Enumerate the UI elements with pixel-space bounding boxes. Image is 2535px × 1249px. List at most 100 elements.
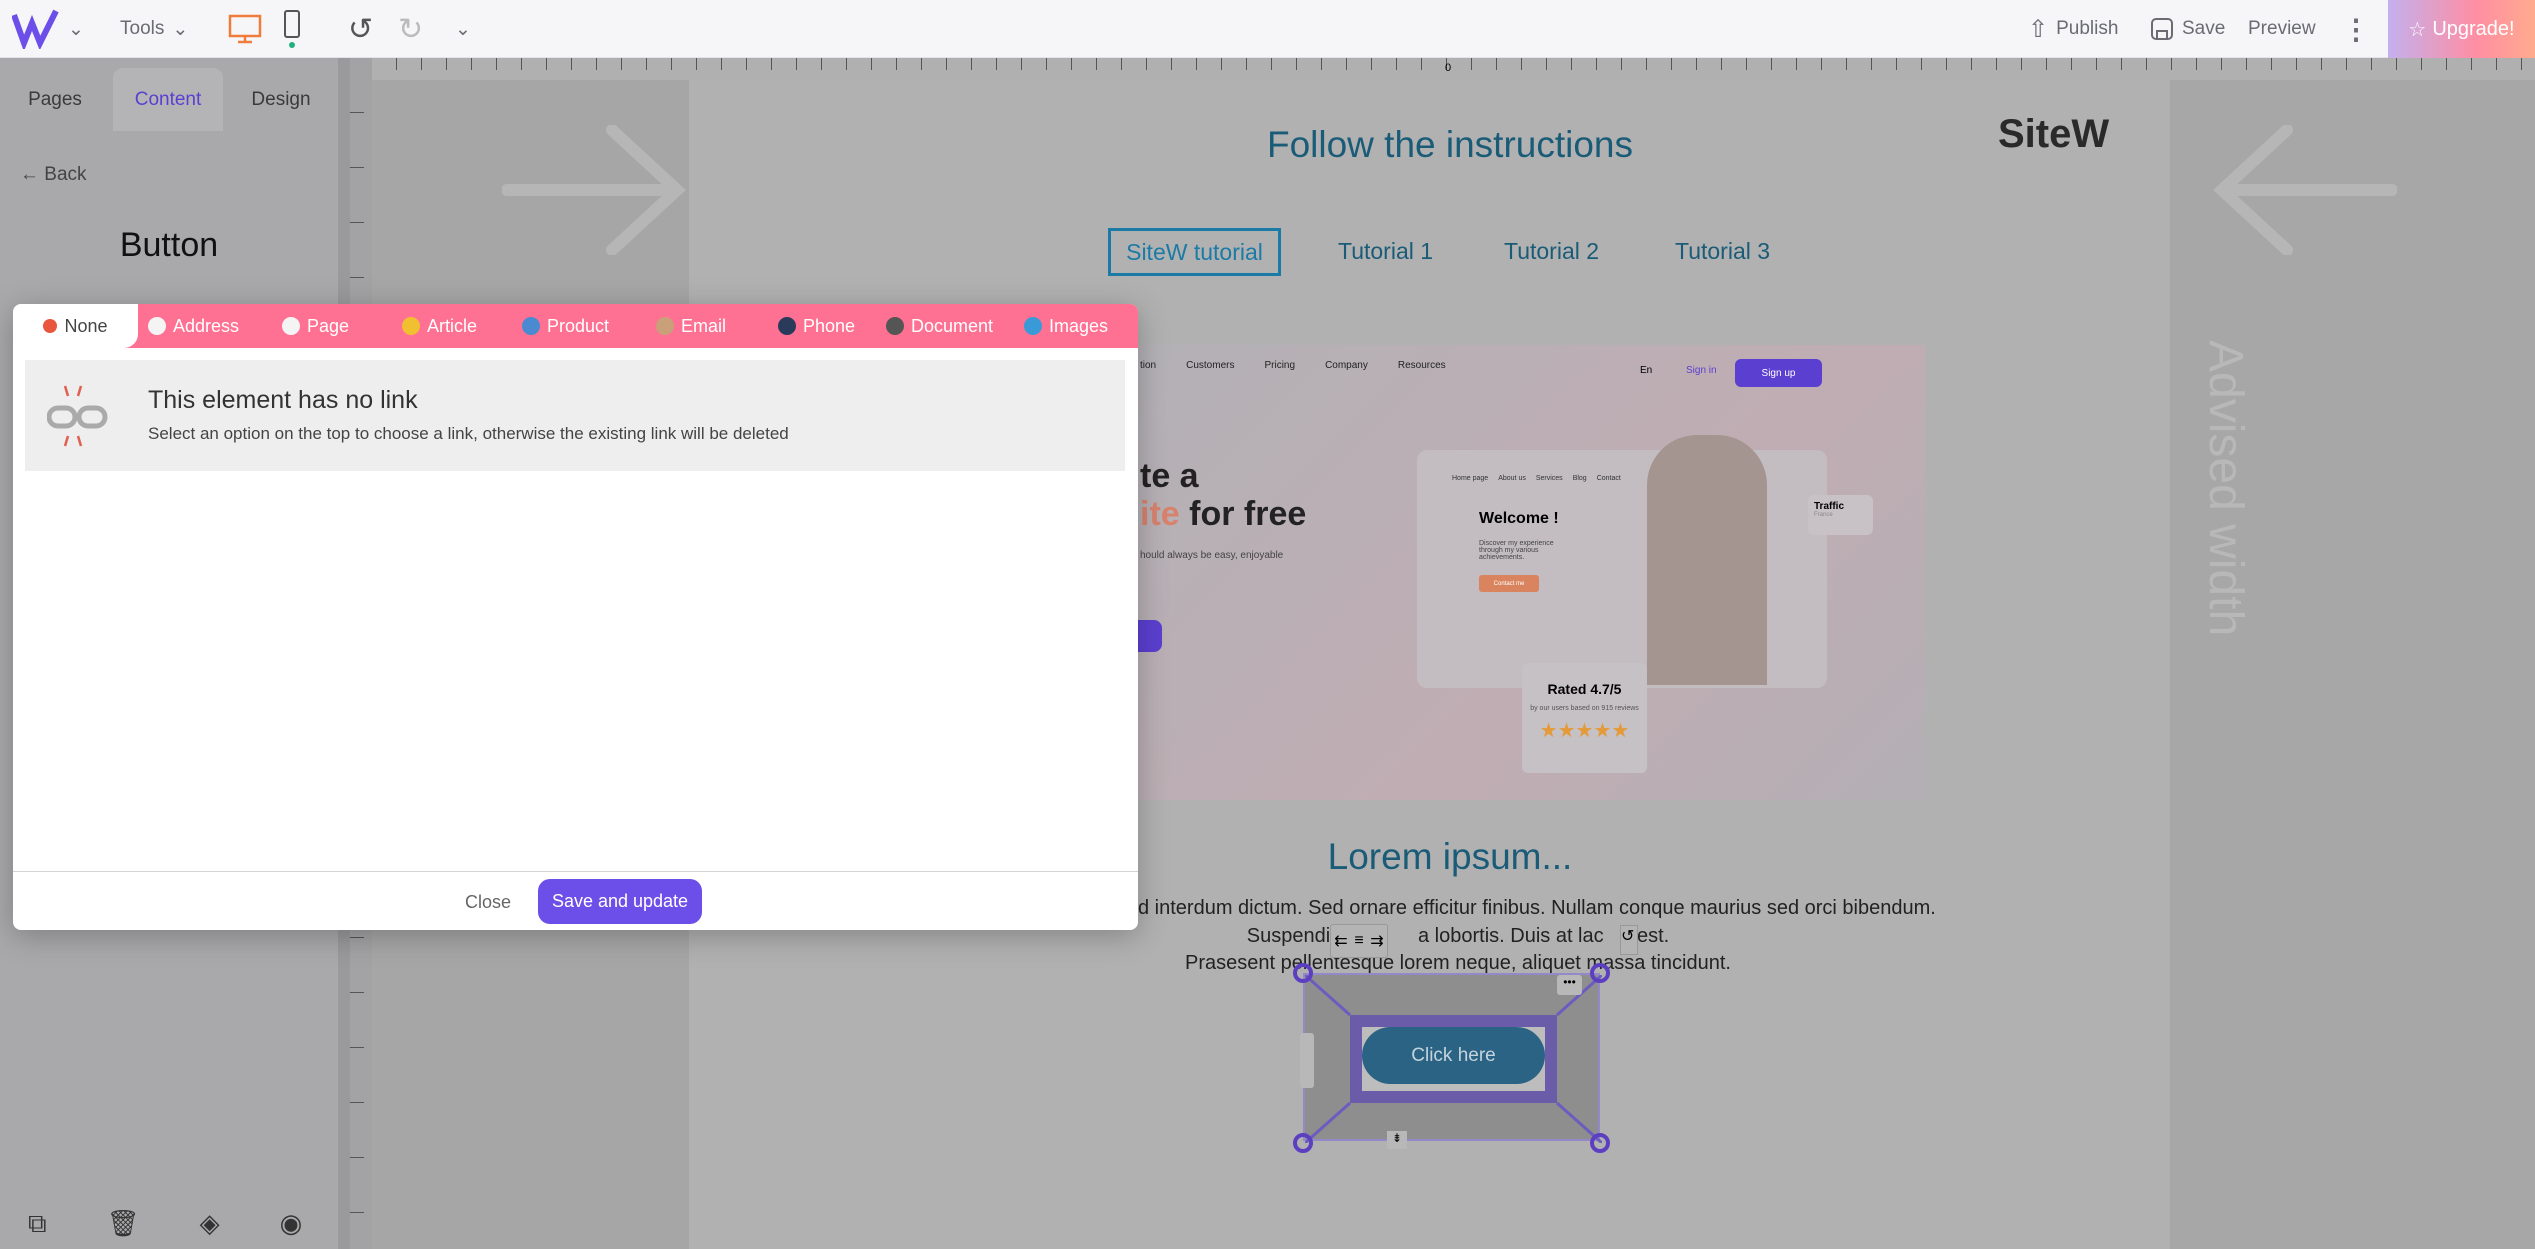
image-icon [1024, 317, 1042, 335]
align-right-icon[interactable]: ⇉ [1370, 931, 1383, 951]
tab-label: Content [134, 88, 202, 110]
trash-icon[interactable]: 🗑 [107, 1208, 140, 1240]
resize-handle-br[interactable] [1590, 1133, 1610, 1153]
upgrade-label: Upgrade! [2432, 17, 2515, 40]
duplicate-icon[interactable]: ⧉ [28, 1208, 47, 1240]
align-left-icon[interactable]: ⇇ [1334, 931, 1347, 951]
resize-handle-tl[interactable] [1293, 963, 1313, 983]
nav-tutorial-3[interactable]: Tutorial 3 [1675, 238, 1770, 265]
hero-nav-item: Resources [1397, 360, 1446, 371]
mock-nav: About us [1498, 475, 1526, 482]
tab-email[interactable]: Email [646, 304, 768, 348]
save-and-update-button[interactable]: Save and update [538, 879, 702, 924]
resize-handle-bl[interactable] [1293, 1133, 1313, 1153]
rating-card: Rated 4.7/5 by our users based on 915 re… [1522, 663, 1647, 773]
hero-signin: Sign in [1686, 365, 1717, 376]
nav-tutorial-2[interactable]: Tutorial 2 [1504, 238, 1599, 265]
tab-document[interactable]: Document [876, 304, 1014, 348]
mock-window: Home page About us Services Blog Contact Wel… [1417, 435, 1827, 688]
layers-icon[interactable]: ◈ [200, 1208, 220, 1240]
chevron-down-icon: ⌄ [172, 18, 189, 40]
tab-label: Phone [803, 315, 856, 336]
close-button[interactable]: Close [465, 892, 511, 913]
spacing-icon[interactable]: ⇟ [1387, 1131, 1407, 1149]
tab-content[interactable]: Content [113, 68, 223, 131]
more-options-icon[interactable]: ••• [1557, 975, 1582, 995]
floppy-icon [886, 317, 904, 335]
eye-icon[interactable]: ◉ [280, 1208, 303, 1240]
mock-discover: Discover my experience through my variou… [1479, 540, 1554, 561]
rating-title: Rated 4.7/5 [1547, 681, 1622, 697]
history-menu[interactable]: ⌄ [455, 0, 471, 58]
desktop-view-button[interactable] [228, 0, 262, 58]
panel-title: Button [119, 226, 219, 264]
hero-nav-item: tion [1140, 360, 1157, 371]
tab-label: Product [547, 315, 610, 336]
ruler-origin: 0 [1445, 62, 1452, 74]
star-rating: ★★★★★ [1539, 720, 1630, 742]
tools-label: Tools [120, 18, 165, 39]
lorem-line-1: d interdum dictum. Sed ornare efficitur … [1138, 897, 1936, 919]
link-icon [148, 317, 166, 335]
rotate-icon[interactable]: ↺ [1620, 925, 1638, 955]
mobile-view-button[interactable] [282, 0, 302, 58]
email-icon [656, 317, 674, 335]
button-selection-box[interactable]: Click here ••• ⇟ [1300, 973, 1602, 1149]
tab-label: Article [427, 315, 478, 336]
tab-images[interactable]: Images [1014, 304, 1124, 348]
click-here-button[interactable]: Click here [1362, 1027, 1545, 1084]
cart-icon [522, 317, 540, 335]
undo-button[interactable]: ↺ [348, 0, 373, 58]
tools-menu[interactable]: Tools ⌄ [120, 0, 188, 58]
lorem-line-3: Prasesent pellentesque lorem neque, aliq… [1185, 952, 1731, 974]
rating-reviews: by our users based on 915 reviews [1530, 705, 1639, 712]
hero-image: tion Customers Pricing Company Resources En … [1130, 345, 1925, 800]
mock-nav: Home page [1452, 475, 1489, 482]
tab-article[interactable]: Article [392, 304, 512, 348]
nav-siteW-tutorial[interactable]: SiteW tutorial [1108, 228, 1281, 276]
mock-nav: Blog [1572, 475, 1587, 482]
tab-product[interactable]: Product [512, 304, 646, 348]
tab-label: Images [1049, 315, 1109, 336]
hero-nav-item: Company [1325, 360, 1368, 371]
save-button[interactable]: Save [2150, 0, 2225, 58]
floppy-icon [2151, 18, 2173, 40]
publish-button[interactable]: ⇧ Publish [2028, 0, 2118, 58]
kebab-icon: ⋮ [2342, 13, 2370, 45]
tab-page[interactable]: Page [272, 304, 392, 348]
save-label: Save [2182, 18, 2226, 39]
logo-text: SiteW [1998, 112, 2110, 156]
redo-button[interactable]: ↻ [398, 0, 423, 58]
preview-button[interactable]: Preview [2248, 0, 2316, 58]
drag-handle-icon[interactable] [1300, 1033, 1314, 1088]
hero-lang: En [1640, 365, 1653, 376]
tab-phone[interactable]: Phone [768, 304, 876, 348]
tab-label: Pages [28, 88, 82, 110]
phone-icon [778, 317, 796, 335]
close-circle-icon [43, 319, 58, 333]
tab-address[interactable]: Address [138, 304, 272, 348]
undo-icon: ↺ [348, 12, 374, 46]
more-menu-button[interactable]: ⋮ [2342, 0, 2370, 58]
tab-pages[interactable]: Pages [0, 68, 110, 131]
mock-contact: Contact me [1479, 575, 1539, 592]
hero-title-accent: ite [1140, 495, 1180, 533]
tab-design[interactable]: Design [226, 68, 336, 131]
advised-width-label: Advised width [2199, 340, 2252, 637]
page-heading: Follow the instructions [1266, 124, 1634, 165]
back-button[interactable]: ← Back [20, 164, 87, 186]
align-center-icon[interactable]: ≡ [1354, 932, 1363, 950]
link-dialog: None Address Page Article Product Email … [13, 304, 1138, 930]
article-icon [402, 317, 420, 335]
tab-none[interactable]: None [13, 304, 138, 348]
resize-handle-tr[interactable] [1590, 963, 1610, 983]
arrow-left-icon [2213, 125, 2397, 255]
tab-label: Address [173, 315, 240, 336]
hero-nav-item: Customers [1186, 360, 1235, 371]
nav-tutorial-1[interactable]: Tutorial 1 [1338, 238, 1433, 265]
hero-signup: Sign up [1735, 359, 1822, 387]
hero-title-rest: for free [1179, 495, 1307, 533]
upgrade-button[interactable]: ☆ Upgrade! [2388, 0, 2535, 58]
logo-menu[interactable]: ⌄ [12, 0, 84, 58]
back-label: Back [44, 164, 87, 185]
